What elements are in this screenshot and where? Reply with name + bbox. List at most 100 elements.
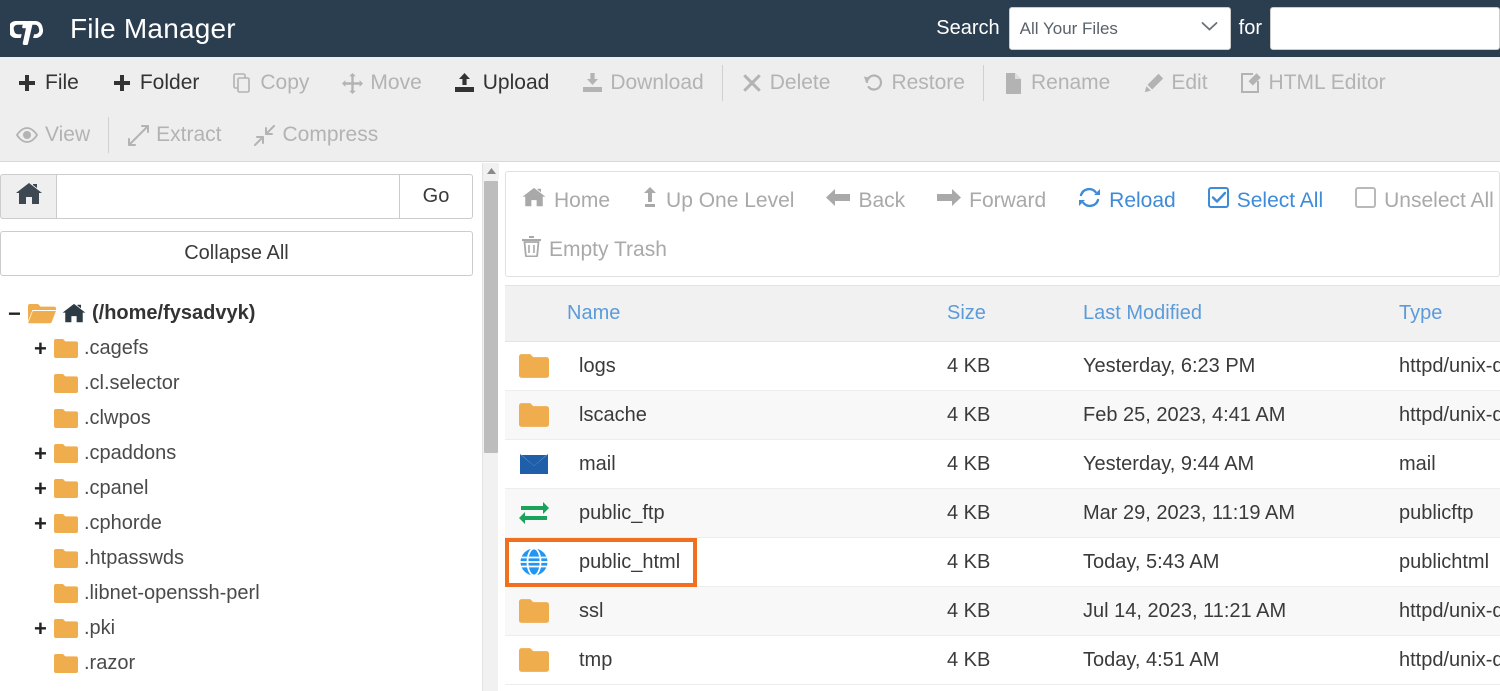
view-button[interactable]: View bbox=[0, 109, 106, 161]
tree-node-htpasswds[interactable]: .htpasswds bbox=[0, 541, 482, 576]
download-button[interactable]: Download bbox=[565, 57, 719, 109]
upload-icon bbox=[454, 72, 476, 94]
column-header-size[interactable]: Size bbox=[939, 286, 1075, 342]
tree-node-razor[interactable]: .razor bbox=[0, 646, 482, 681]
tree-node-label: .cagefs bbox=[84, 337, 148, 360]
nav-unselect-all-button[interactable]: Unselect All bbox=[1339, 176, 1500, 225]
file-name-cell[interactable]: lscache bbox=[505, 391, 939, 440]
file-type-label: httpd/unix-directory bbox=[1391, 600, 1500, 623]
tree-node-label: .cpanel bbox=[84, 477, 149, 500]
file-size-cell: 4 KB bbox=[939, 489, 1075, 538]
copy-label: Copy bbox=[260, 71, 309, 95]
search-scope-select[interactable]: All Your Files bbox=[1009, 7, 1231, 50]
tree-node-cagefs[interactable]: + .cagefs bbox=[0, 331, 482, 366]
collapse-expander-icon[interactable]: − bbox=[8, 301, 28, 327]
home-path-button[interactable] bbox=[0, 174, 56, 219]
file-modified-cell: Today, 4:51 AM bbox=[1075, 636, 1391, 685]
main-toolbar: File Folder Copy bbox=[0, 57, 1500, 162]
download-label: Download bbox=[610, 71, 703, 95]
tree-node-root[interactable]: − (/home/fysadvyk) bbox=[0, 296, 482, 331]
delete-button[interactable]: Delete bbox=[725, 57, 847, 109]
file-size-cell: 4 KB bbox=[939, 538, 1075, 587]
sidebar-scrollbar[interactable] bbox=[482, 163, 498, 691]
html-editor-button[interactable]: HTML Editor bbox=[1224, 57, 1402, 109]
tree-node-cpanel[interactable]: + .cpanel bbox=[0, 471, 482, 506]
extract-icon bbox=[127, 124, 149, 146]
go-button[interactable]: Go bbox=[399, 174, 473, 219]
table-row[interactable]: ssl 4 KB Jul 14, 2023, 11:21 AM httpd/un… bbox=[505, 587, 1500, 636]
extract-button[interactable]: Extract bbox=[111, 109, 237, 161]
file-name-cell[interactable]: logs bbox=[505, 342, 939, 391]
column-header-last-modified-label: Last Modified bbox=[1075, 302, 1202, 324]
file-size-cell: 4 KB bbox=[939, 636, 1075, 685]
file-name-cell[interactable]: public_html bbox=[505, 538, 939, 587]
up-level-icon bbox=[642, 187, 658, 214]
expand-expander-icon[interactable]: + bbox=[34, 441, 54, 467]
restore-button[interactable]: Restore bbox=[846, 57, 981, 109]
file-type-cell: httpd/unix-directory bbox=[1391, 391, 1500, 440]
file-modified-cell: Mar 29, 2023, 11:19 AM bbox=[1075, 489, 1391, 538]
path-input[interactable] bbox=[56, 174, 399, 219]
column-header-last-modified[interactable]: Last Modified bbox=[1075, 286, 1391, 342]
scrollbar-thumb[interactable] bbox=[484, 181, 498, 453]
table-row[interactable]: logs 4 KB Yesterday, 6:23 PM httpd/unix-… bbox=[505, 342, 1500, 391]
restore-label: Restore bbox=[891, 71, 965, 95]
scroll-up-arrow-icon[interactable] bbox=[483, 163, 499, 179]
table-row-selected[interactable]: public_html 4 KB Today, 5:43 AM publicht… bbox=[505, 538, 1500, 587]
file-name-cell[interactable]: public_ftp bbox=[505, 489, 939, 538]
file-size-cell: 4 KB bbox=[939, 391, 1075, 440]
tree-node-cphorde[interactable]: + .cphorde bbox=[0, 506, 482, 541]
file-name-cell[interactable]: tmp bbox=[505, 636, 939, 685]
table-row[interactable]: public_ftp 4 KB Mar 29, 2023, 11:19 AM p… bbox=[505, 489, 1500, 538]
file-size-label: 4 KB bbox=[939, 502, 1075, 525]
table-row[interactable]: tmp 4 KB Today, 4:51 AM httpd/unix-direc… bbox=[505, 636, 1500, 685]
file-size-label: 4 KB bbox=[939, 551, 1075, 574]
tree-node-libnet-openssh-perl[interactable]: .libnet-openssh-perl bbox=[0, 576, 482, 611]
expand-expander-icon[interactable]: + bbox=[34, 336, 54, 362]
file-modified-cell: Yesterday, 6:23 PM bbox=[1075, 342, 1391, 391]
nav-empty-trash-button[interactable]: Empty Trash bbox=[506, 225, 683, 274]
compress-label: Compress bbox=[283, 123, 379, 147]
nav-back-button[interactable]: Back bbox=[810, 176, 921, 225]
nav-home-button[interactable]: Home bbox=[506, 176, 626, 225]
file-name-cell[interactable]: ssl bbox=[505, 587, 939, 636]
file-size-label: 4 KB bbox=[939, 355, 1075, 378]
file-nav-toolbar: Home Up One Level Back bbox=[505, 171, 1500, 277]
table-row[interactable]: lscache 4 KB Feb 25, 2023, 4:41 AM httpd… bbox=[505, 391, 1500, 440]
column-header-name[interactable]: Name bbox=[505, 286, 939, 342]
edit-button[interactable]: Edit bbox=[1126, 57, 1223, 109]
nav-forward-label: Forward bbox=[969, 189, 1046, 213]
compress-button[interactable]: Compress bbox=[238, 109, 395, 161]
tree-node-label: .cphorde bbox=[84, 512, 162, 535]
nav-select-all-button[interactable]: Select All bbox=[1192, 176, 1339, 225]
rename-button[interactable]: Rename bbox=[986, 57, 1126, 109]
nav-forward-button[interactable]: Forward bbox=[921, 176, 1062, 225]
new-file-button[interactable]: File bbox=[0, 57, 95, 109]
tree-node-pki[interactable]: + .pki bbox=[0, 611, 482, 646]
search-input[interactable] bbox=[1270, 7, 1500, 50]
file-name-cell[interactable]: mail bbox=[505, 440, 939, 489]
upload-button[interactable]: Upload bbox=[438, 57, 566, 109]
tree-node-cl-selector[interactable]: .cl.selector bbox=[0, 366, 482, 401]
table-row[interactable]: mail 4 KB Yesterday, 9:44 AM mail bbox=[505, 440, 1500, 489]
column-header-type[interactable]: Type bbox=[1391, 286, 1500, 342]
cpanel-logo-icon bbox=[10, 12, 56, 46]
folder-icon bbox=[54, 514, 78, 533]
file-modified-cell: Yesterday, 9:44 AM bbox=[1075, 440, 1391, 489]
app-header: File Manager Search All Your Files for bbox=[0, 0, 1500, 57]
expand-expander-icon[interactable]: + bbox=[34, 476, 54, 502]
copy-button[interactable]: Copy bbox=[215, 57, 325, 109]
file-type-label: publichtml bbox=[1391, 551, 1500, 574]
expand-expander-icon[interactable]: + bbox=[34, 616, 54, 642]
tree-node-clwpos[interactable]: .clwpos bbox=[0, 401, 482, 436]
collapse-all-button[interactable]: Collapse All bbox=[0, 231, 473, 276]
trash-icon bbox=[522, 236, 541, 263]
new-folder-button[interactable]: Folder bbox=[95, 57, 216, 109]
expand-expander-icon[interactable]: + bbox=[34, 511, 54, 537]
move-button[interactable]: Move bbox=[325, 57, 437, 109]
nav-up-one-level-button[interactable]: Up One Level bbox=[626, 176, 810, 225]
file-manager-app: File Manager Search All Your Files for F… bbox=[0, 0, 1500, 691]
tree-node-cpaddons[interactable]: + .cpaddons bbox=[0, 436, 482, 471]
nav-reload-button[interactable]: Reload bbox=[1062, 176, 1192, 225]
toolbar-divider bbox=[108, 117, 109, 153]
